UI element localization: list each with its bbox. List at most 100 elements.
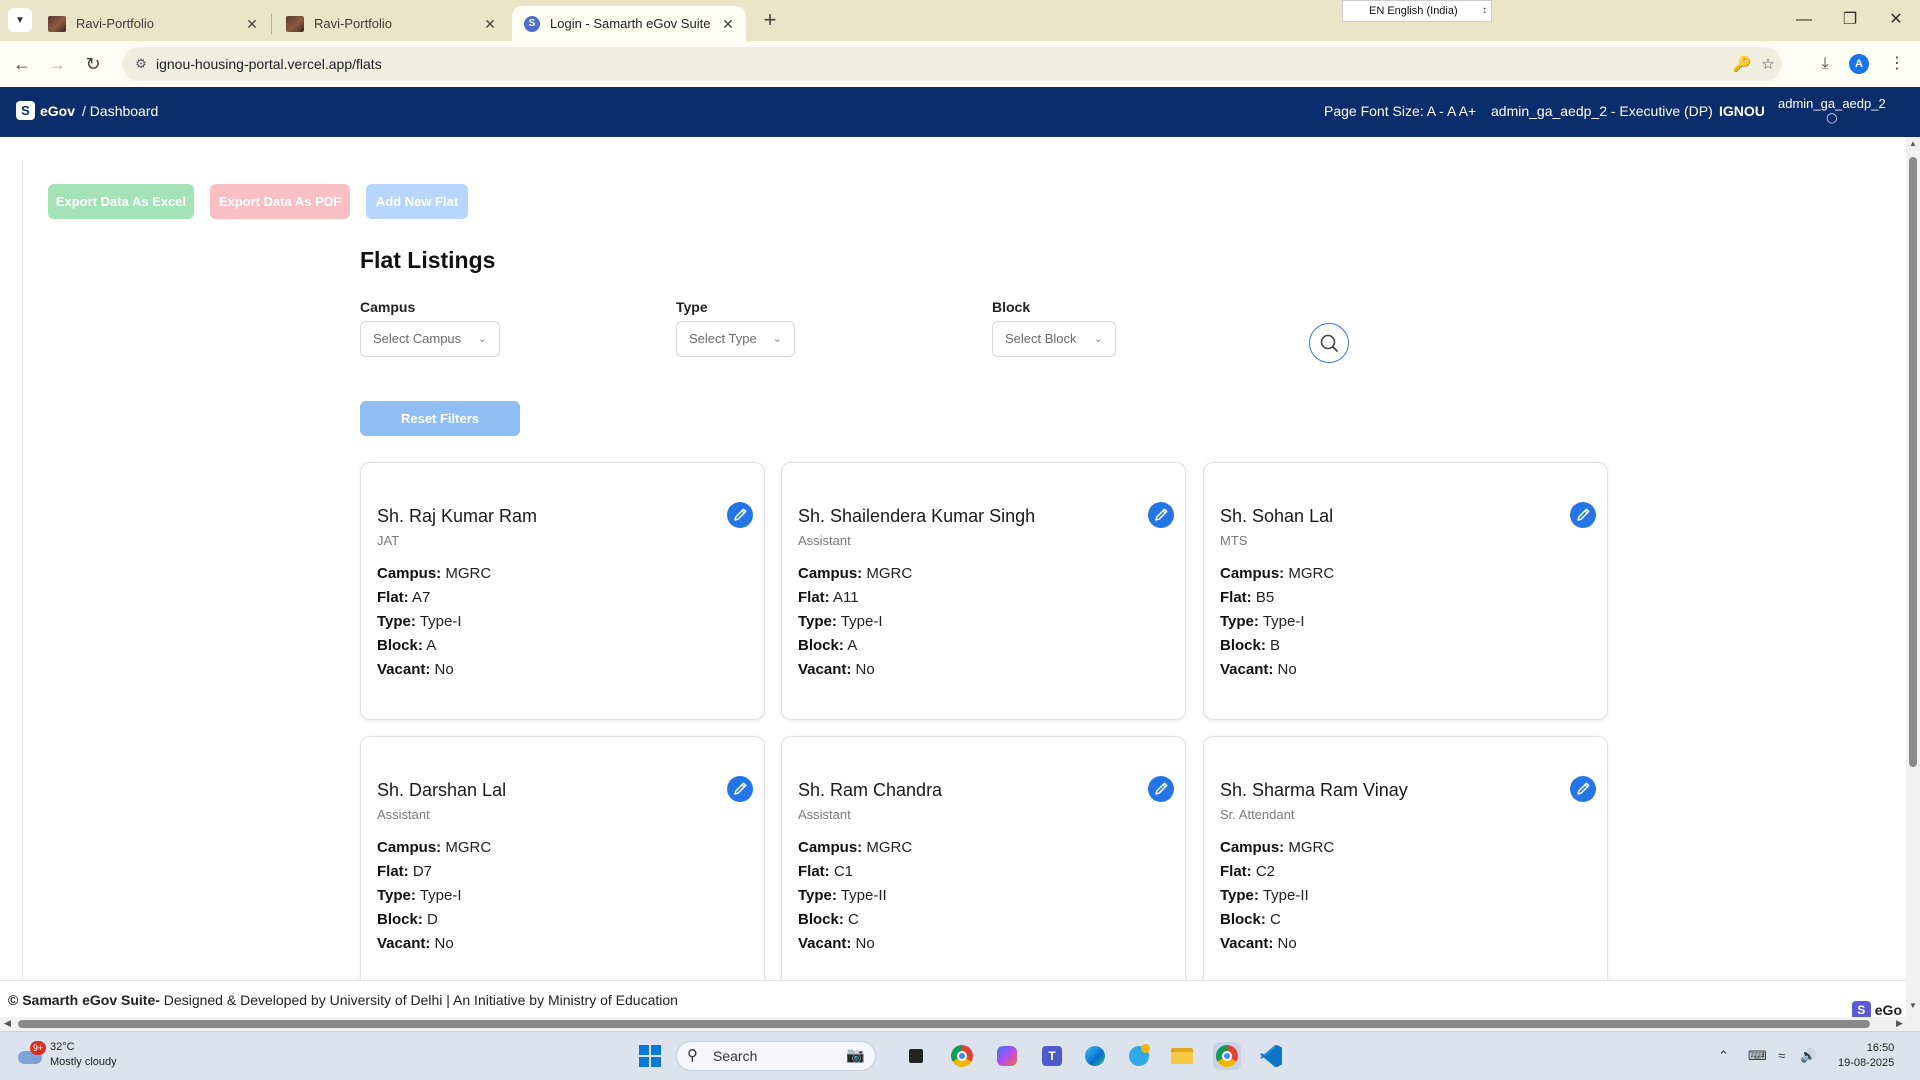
browser-tab-samarth-login[interactable]: S Login - Samarth eGov Suite ✕	[512, 6, 746, 41]
edit-flat-button[interactable]	[1570, 776, 1596, 802]
flat-row: Flat: D7	[377, 860, 491, 884]
occupant-name: Sh. Sohan Lal	[1220, 506, 1334, 526]
minimize-window-button[interactable]: —	[1781, 6, 1827, 34]
user-menu[interactable]: admin_ga_aedp_2 ◯	[1778, 96, 1886, 126]
restore-window-button[interactable]: ❐	[1827, 6, 1873, 34]
campus-value: MGRC	[866, 565, 913, 582]
vacant-value: No	[434, 661, 454, 678]
brand[interactable]: S eGov / Dashboard	[16, 101, 158, 120]
scroll-left-arrow-icon[interactable]: ◀	[4, 1018, 11, 1029]
campus-value: MGRC	[1288, 839, 1335, 856]
password-key-icon[interactable]: 🔑	[1732, 55, 1752, 75]
wifi-icon[interactable]: ≈	[1778, 1048, 1785, 1063]
vacant-row: Vacant: No	[377, 932, 491, 956]
export-pdf-button[interactable]: Export Data As PDF	[210, 184, 350, 219]
bookmark-star-icon[interactable]: ☆	[1758, 55, 1778, 75]
flat-details: Campus: MGRC Flat: D7 Type: Type-I Block: D…	[377, 836, 491, 956]
tab-title: Ravi-Portfolio	[314, 16, 393, 31]
edit-flat-button[interactable]	[1148, 502, 1174, 528]
edit-flat-button[interactable]	[1148, 776, 1174, 802]
download-icon[interactable]: ⤓	[1812, 51, 1838, 77]
volume-icon[interactable]: 🔊	[1800, 1048, 1816, 1064]
more-menu-icon[interactable]: ⋮	[1884, 51, 1910, 77]
block-field-label: Block:	[377, 637, 423, 654]
vacant-row: Vacant: No	[1220, 658, 1334, 682]
type-row: Type: Type-I	[377, 884, 491, 908]
chevron-up-icon[interactable]: ⌃	[1718, 1048, 1729, 1064]
expand-icon: ↕	[1482, 5, 1487, 16]
close-icon[interactable]: ✕	[720, 16, 736, 32]
back-arrow-icon[interactable]: ←	[8, 50, 36, 78]
campus-select[interactable]: Select Campus ⌄	[360, 321, 500, 357]
site-info-icon[interactable]: ⚙	[132, 55, 150, 73]
browser-tab-ravi-portfolio-1[interactable]: Ravi-Portfolio ✕	[36, 6, 270, 41]
system-clock[interactable]: 16:50 19-08-2025	[1838, 1041, 1894, 1071]
flat-field-label: Flat:	[798, 863, 830, 880]
forward-arrow-icon[interactable]: →	[43, 50, 71, 78]
address-bar[interactable]: ⚙ ignou-housing-portal.vercel.app/flats …	[122, 47, 1782, 81]
chrome-icon[interactable]	[948, 1042, 976, 1070]
task-view-icon[interactable]	[902, 1042, 930, 1070]
block-value: A	[426, 637, 437, 654]
edit-flat-button[interactable]	[727, 776, 753, 802]
campus-row: Campus: MGRC	[1220, 836, 1334, 860]
edit-flat-button[interactable]	[1570, 502, 1596, 528]
tab-search-button[interactable]: ▼	[8, 8, 32, 32]
scroll-up-arrow-icon[interactable]: ▲	[1906, 139, 1920, 148]
scroll-down-arrow-icon[interactable]: ▼	[1906, 1001, 1920, 1010]
close-window-button[interactable]: ✕	[1873, 6, 1919, 34]
block-row: Block: A	[798, 634, 912, 658]
horizontal-scroll-thumb[interactable]	[18, 1020, 1870, 1028]
tab-separator	[271, 14, 272, 34]
export-excel-button[interactable]: Export Data As Excel	[48, 184, 194, 219]
block-select[interactable]: Select Block ⌄	[992, 321, 1116, 357]
vacant-field-label: Vacant:	[1220, 661, 1274, 678]
type-field-label: Type:	[377, 613, 416, 630]
url-text: ignou-housing-portal.vercel.app/flats	[156, 56, 382, 72]
campus-value: MGRC	[866, 839, 913, 856]
language-indicator[interactable]: EN English (India) ↕	[1342, 0, 1492, 22]
taskbar-search[interactable]: ⚲ Search 📷	[676, 1041, 876, 1071]
weather-widget[interactable]: 9+ 32°C Mostly cloudy	[18, 1040, 117, 1070]
close-icon[interactable]: ✕	[244, 16, 260, 32]
file-explorer-icon[interactable]	[1168, 1042, 1196, 1070]
profile-avatar[interactable]: A	[1849, 54, 1869, 74]
portfolio-favicon-icon	[286, 15, 304, 32]
close-icon[interactable]: ✕	[482, 16, 498, 32]
type-row: Type: Type-II	[1220, 884, 1334, 908]
block-field-label: Block:	[798, 637, 844, 654]
search-button[interactable]	[1309, 323, 1349, 363]
windows-start-icon[interactable]	[636, 1042, 664, 1070]
new-tab-button[interactable]: +	[758, 9, 782, 33]
flat-value: C1	[833, 863, 854, 880]
keyboard-icon[interactable]: ⌨	[1748, 1048, 1767, 1064]
vertical-scroll-thumb[interactable]	[1909, 157, 1917, 767]
vscode-icon[interactable]	[1257, 1042, 1285, 1070]
campus-row: Campus: MGRC	[798, 562, 912, 586]
reload-icon[interactable]: ↻	[79, 50, 107, 78]
sticky-app-icon[interactable]	[1125, 1042, 1153, 1070]
reset-filters-button[interactable]: Reset Filters	[360, 401, 520, 436]
horizontal-scrollbar[interactable]: ◀ ▶	[0, 1017, 1920, 1031]
vacant-value: No	[855, 661, 875, 678]
type-select[interactable]: Select Type ⌄	[676, 321, 795, 357]
occupant-designation: Sr. Attendant	[1220, 807, 1295, 822]
user-icon: ◯	[1826, 113, 1838, 124]
edge-icon[interactable]	[1081, 1042, 1109, 1070]
vertical-scrollbar[interactable]: ▲ ▼	[1906, 137, 1920, 1017]
browser-tab-ravi-portfolio-2[interactable]: Ravi-Portfolio ✕	[274, 6, 508, 41]
flat-value: D7	[412, 863, 433, 880]
scroll-right-arrow-icon[interactable]: ▶	[1896, 1018, 1903, 1029]
breadcrumb[interactable]: / Dashboard	[82, 103, 158, 119]
vacant-row: Vacant: No	[798, 932, 912, 956]
page-font-size-control[interactable]: Page Font Size: A - A A+	[1324, 103, 1476, 119]
edit-flat-button[interactable]	[727, 502, 753, 528]
add-new-flat-button[interactable]: Add New Flat	[366, 184, 468, 219]
chrome-profile-icon[interactable]	[1213, 1042, 1241, 1070]
vacant-field-label: Vacant:	[1220, 935, 1274, 952]
type-field-label: Type:	[798, 613, 837, 630]
campus-row: Campus: MGRC	[798, 836, 912, 860]
teams-icon[interactable]: T	[1038, 1042, 1066, 1070]
copilot-icon[interactable]	[993, 1042, 1021, 1070]
type-select-placeholder: Select Type	[689, 331, 757, 346]
